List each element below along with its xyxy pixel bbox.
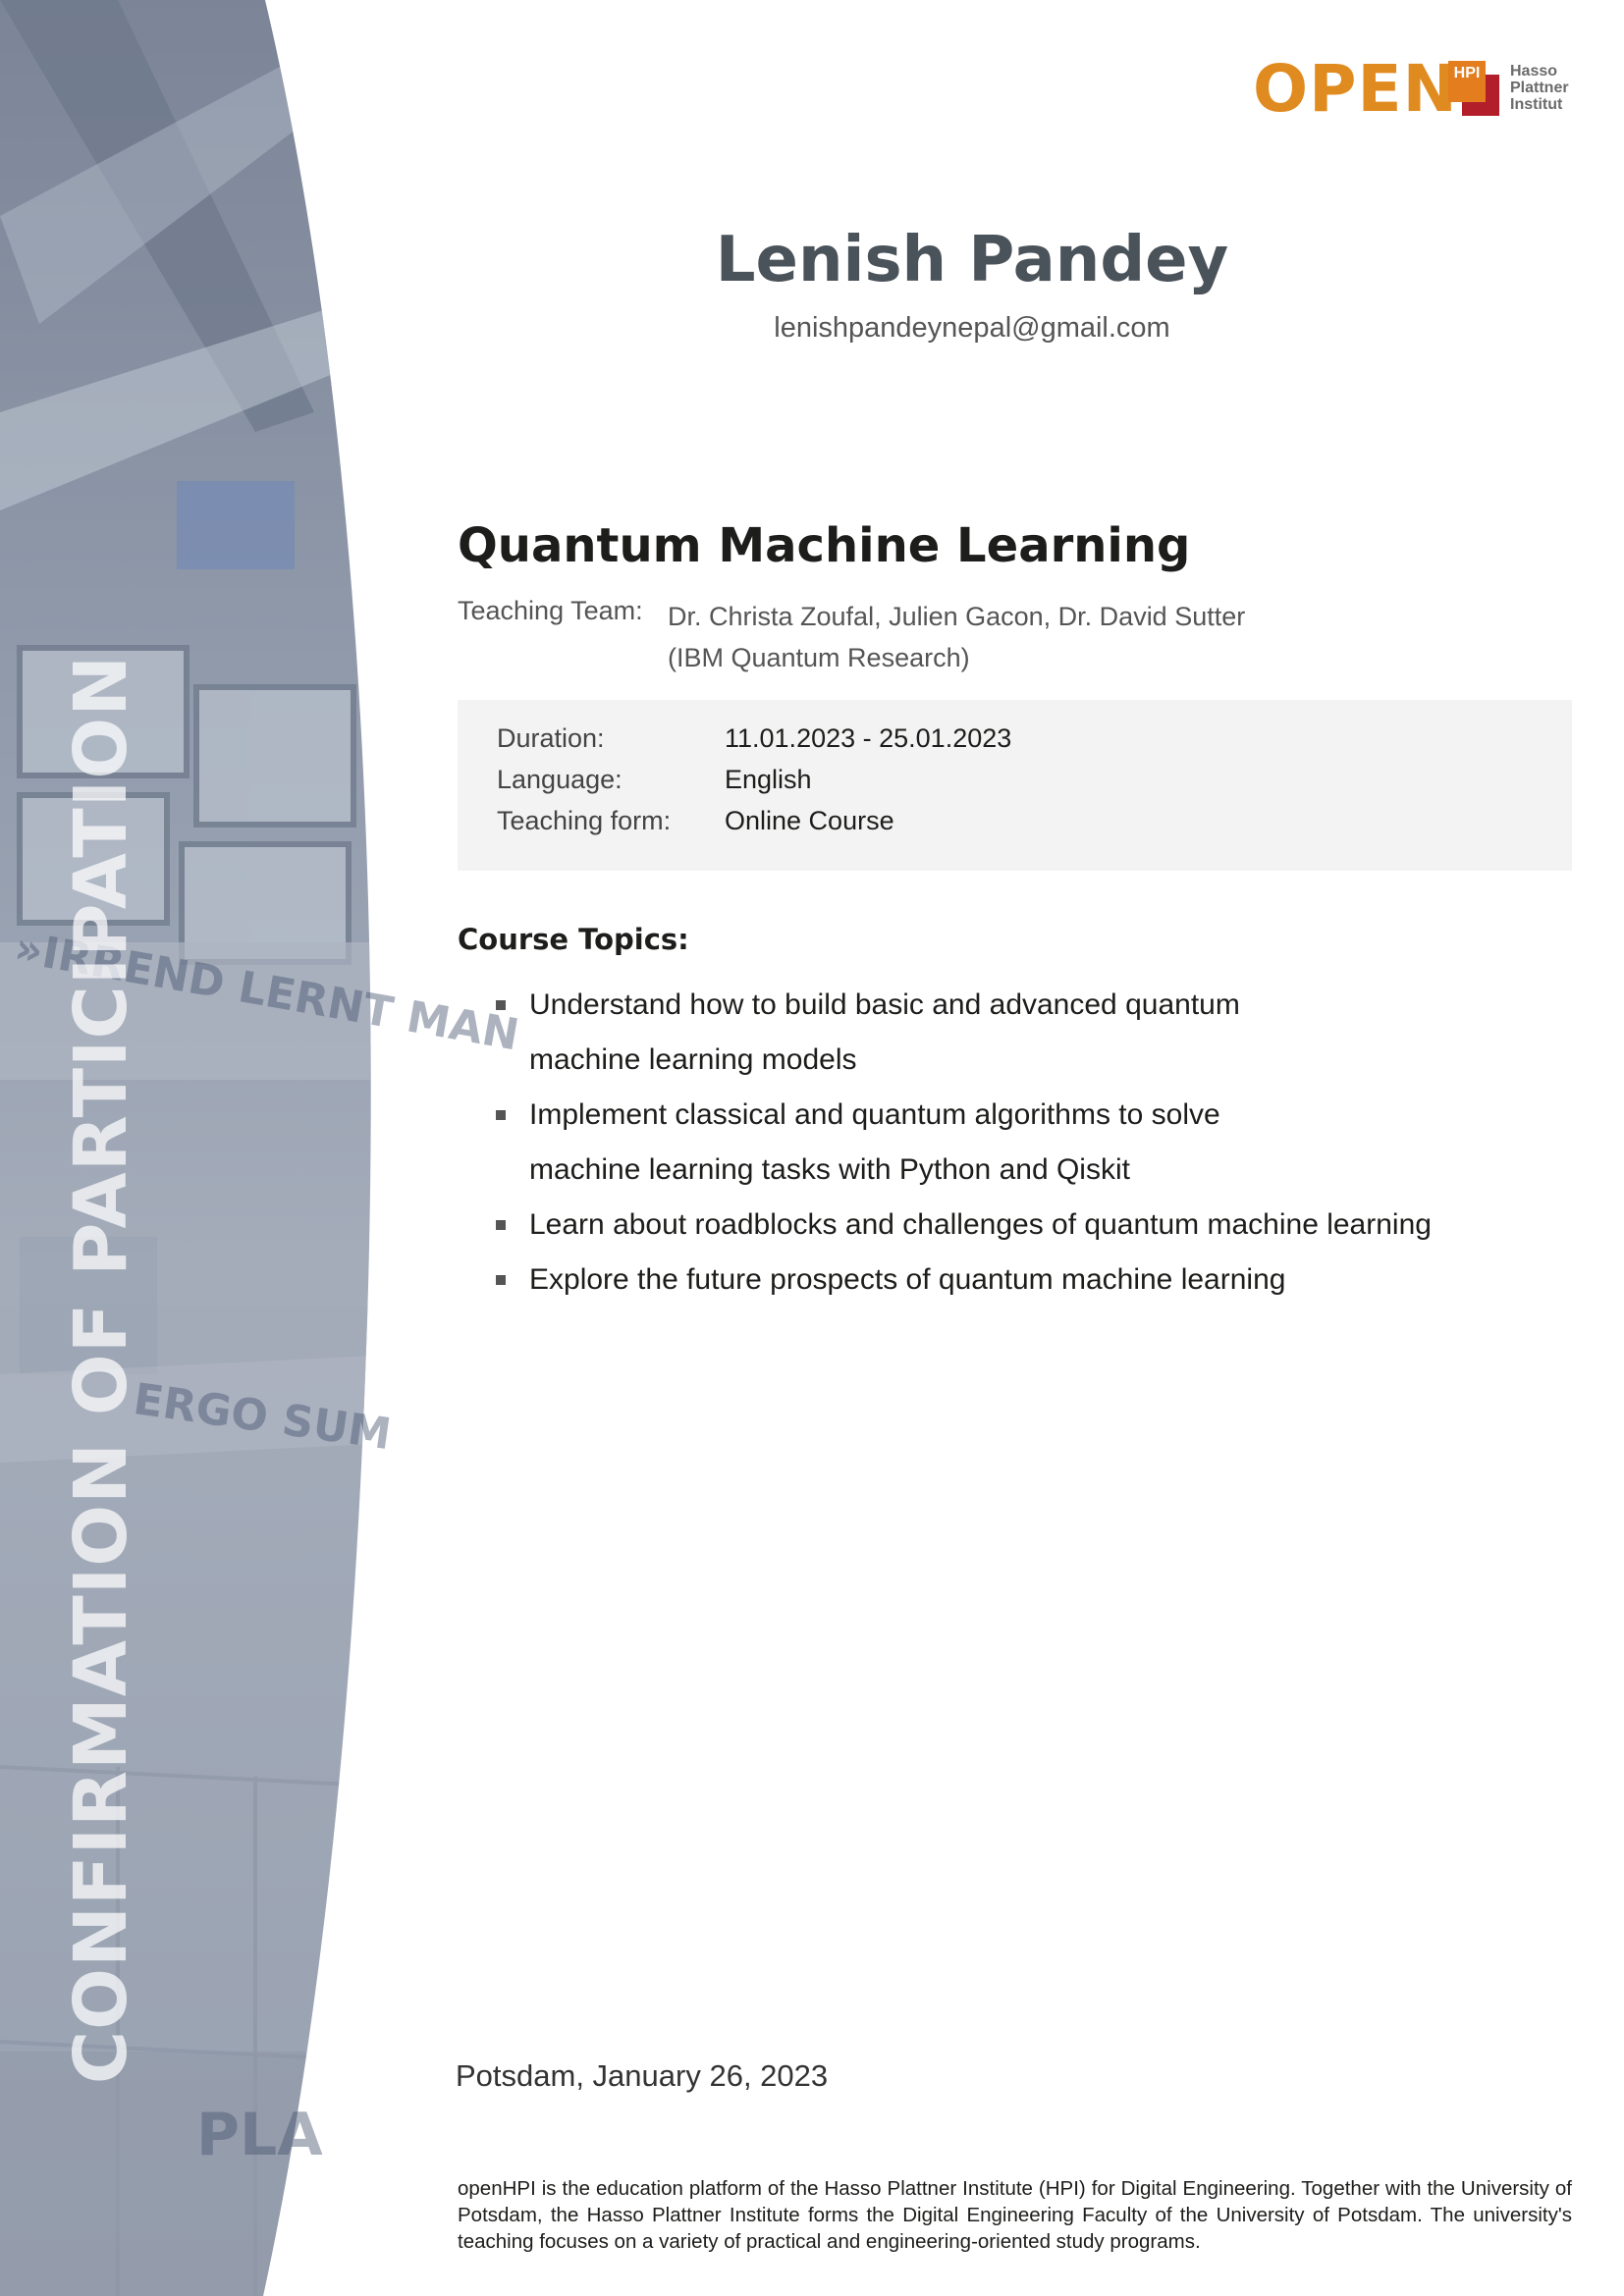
bullet-icon: [496, 1110, 506, 1120]
teaching-team-names: Dr. Christa Zoufal, Julien Gacon, Dr. Da…: [668, 602, 1246, 631]
detail-value: Online Course: [725, 806, 894, 835]
openhpi-logo[interactable]: OPEN HPI Hasso Plattner Institut: [1253, 55, 1577, 124]
teaching-team-label: Teaching Team:: [458, 596, 643, 625]
wall-inscription: PLA: [196, 2101, 323, 2169]
teaching-team-org: (IBM Quantum Research): [668, 643, 970, 672]
logo-open-text: OPEN: [1253, 51, 1458, 127]
bullet-icon: [496, 1000, 506, 1010]
course-topics-list: Understand how to build basic and advanc…: [496, 978, 1576, 1308]
confirmation-vertical-title: CONFIRMATION OF PARTICIPATION: [59, 654, 143, 2085]
footer-text: openHPI is the education platform of the…: [458, 2177, 1572, 2253]
logo-hpi-text: HPI: [1448, 61, 1486, 102]
course-title: Quantum Machine Learning: [458, 518, 1191, 573]
place-date: Potsdam, January 26, 2023: [456, 2058, 829, 2093]
logo-institute-text: Hasso Plattner Institut: [1510, 63, 1569, 113]
list-item: Explore the future prospects of quantum …: [496, 1253, 1576, 1308]
course-details-box: Duration: 11.01.2023 - 25.01.2023 Langua…: [458, 700, 1572, 871]
course-topics-title: Course Topics:: [458, 923, 689, 956]
detail-value: English: [725, 765, 812, 794]
bullet-icon: [496, 1220, 506, 1230]
list-item: Learn about roadblocks and challenges of…: [496, 1198, 1576, 1253]
recipient-name: Lenish Pandey: [715, 224, 1229, 296]
detail-label: Teaching form:: [497, 806, 672, 835]
detail-label: Duration:: [497, 723, 605, 753]
hpi-mark-icon: HPI: [1448, 61, 1499, 116]
list-item: Implement classical and quantum algorith…: [496, 1088, 1576, 1198]
recipient-email: lenishpandeynepal@gmail.com: [774, 312, 1170, 344]
teaching-team-value: Dr. Christa Zoufal, Julien Gacon, Dr. Da…: [668, 596, 1245, 678]
detail-value: 11.01.2023 - 25.01.2023: [725, 723, 1012, 753]
bullet-icon: [496, 1275, 506, 1285]
detail-label: Language:: [497, 765, 623, 794]
list-item: Understand how to build basic and advanc…: [496, 978, 1576, 1088]
